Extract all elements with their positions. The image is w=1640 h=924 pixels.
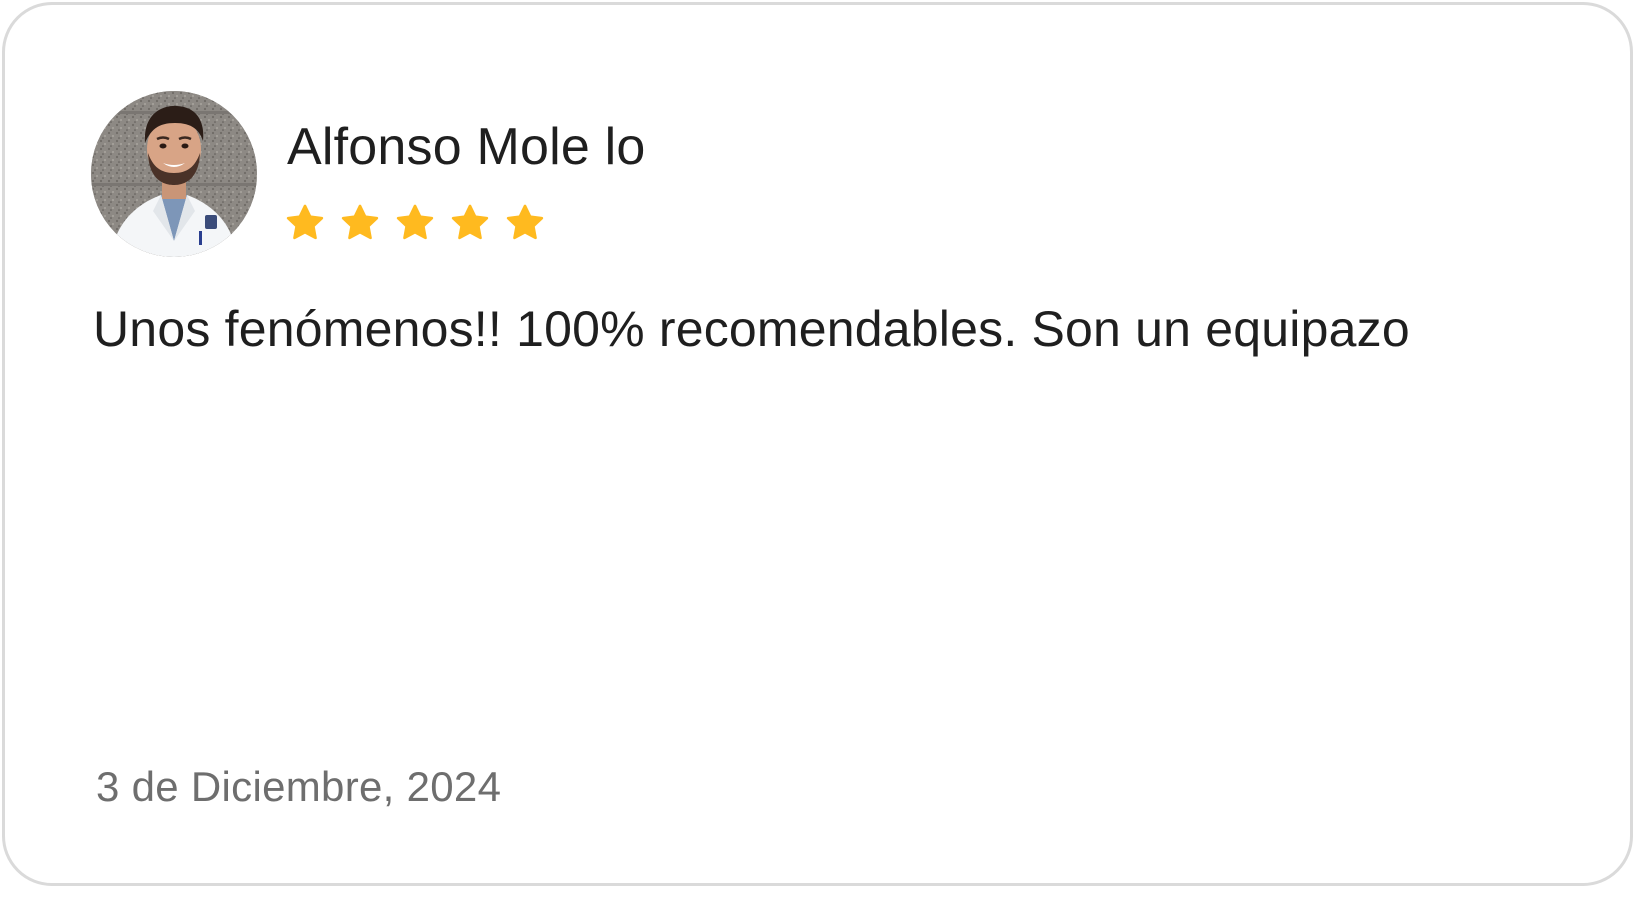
- star-icon: [341, 204, 379, 240]
- star-icon: [451, 204, 489, 240]
- avatar: [91, 91, 257, 257]
- reviewer-name: Alfonso Mole lo: [287, 118, 646, 176]
- star-rating: [285, 203, 545, 247]
- review-card: Alfonso Mole lo Unos fenómenos!! 100% re…: [2, 2, 1633, 886]
- star-icon: [506, 204, 544, 240]
- review-text: Unos fenómenos!! 100% recomendables. Son…: [93, 301, 1410, 357]
- review-date: 3 de Diciembre, 2024: [96, 763, 502, 810]
- star-icon: [286, 204, 324, 240]
- avatar-photo: [91, 91, 257, 257]
- star-icon: [396, 204, 434, 240]
